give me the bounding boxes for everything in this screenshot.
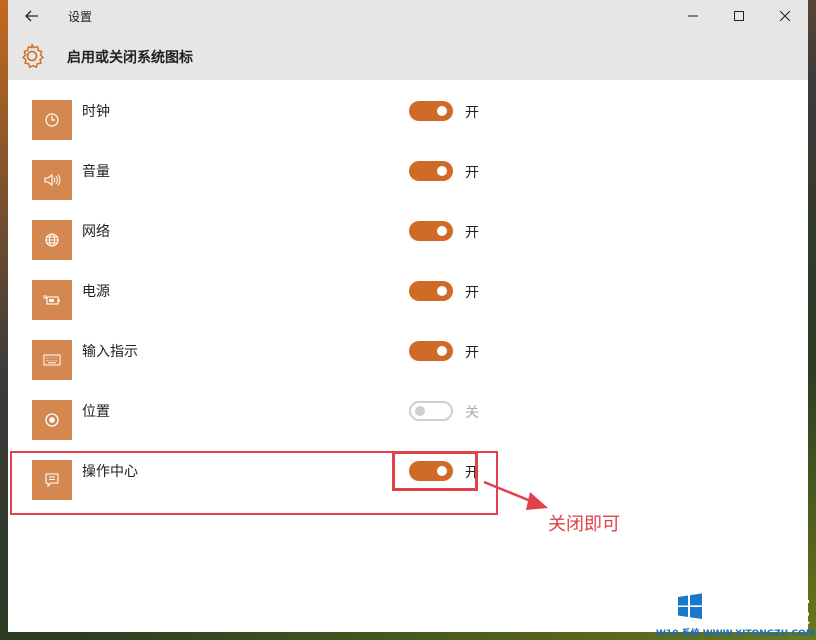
toggle-state-text: 开 — [465, 285, 479, 301]
list-item-input-indicator: 输入指示 开 — [8, 340, 808, 400]
keyboard-icon — [43, 354, 61, 366]
toggle-knob — [437, 346, 447, 356]
list-item-clock: 时钟 开 — [8, 100, 808, 160]
row-label: 输入指示 — [82, 344, 138, 360]
clock-icon — [45, 113, 59, 127]
toggle-state-text: 开 — [465, 345, 479, 361]
row-icon-tile — [32, 400, 72, 440]
list-item-network: 网络 开 — [8, 220, 808, 280]
toggle-switch[interactable] — [409, 281, 453, 301]
globe-icon — [45, 233, 59, 247]
maximize-button[interactable] — [716, 0, 762, 32]
toggle-switch[interactable] — [409, 401, 453, 421]
row-label: 时钟 — [82, 104, 110, 120]
toggle-knob — [437, 106, 447, 116]
watermark-text: 系统族 — [720, 595, 810, 630]
gear-icon — [22, 43, 44, 68]
battery-icon — [43, 295, 60, 305]
page-title: 启用或关闭系统图标 — [67, 50, 193, 66]
toggle-knob — [437, 166, 447, 176]
watermark: 系统族 W10 系统 WWW.XITONGZU.COM — [656, 583, 816, 640]
toggle-state-text: 开 — [465, 225, 479, 241]
title-bar: 设置 — [8, 0, 808, 32]
window-title: 设置 — [68, 10, 93, 24]
row-icon-tile — [32, 280, 72, 320]
back-arrow-icon — [25, 10, 38, 22]
location-icon — [45, 413, 59, 427]
watermark-logo-icon — [670, 587, 710, 627]
toggle-switch[interactable] — [409, 101, 453, 121]
annotation-text: 关闭即可 — [548, 514, 620, 535]
annotation-arrow-icon — [483, 480, 548, 510]
page-header: 启用或关闭系统图标 — [8, 32, 808, 80]
maximize-icon — [734, 11, 744, 21]
list-item-volume: 音量 开 — [8, 160, 808, 220]
row-label: 位置 — [82, 404, 110, 420]
settings-window: 设置 启用或关闭系统图标 时钟 开 音量 开 网络 开 电源 开 输入指示 开 … — [8, 0, 808, 632]
toggle-switch[interactable] — [409, 221, 453, 241]
minimize-button[interactable] — [670, 0, 716, 32]
toggle-switch[interactable] — [409, 341, 453, 361]
minimize-icon — [688, 15, 698, 17]
close-button[interactable] — [762, 0, 808, 32]
close-icon — [780, 11, 790, 21]
highlight-box-toggle — [392, 451, 478, 491]
row-label: 音量 — [82, 164, 110, 180]
toggle-state-text: 开 — [465, 165, 479, 181]
row-icon-tile — [32, 220, 72, 260]
row-label: 电源 — [82, 284, 110, 300]
toggle-state-text: 关 — [465, 405, 479, 421]
row-label: 网络 — [82, 224, 110, 240]
list-item-power: 电源 开 — [8, 280, 808, 340]
watermark-subtext: W10 系统 WWW.XITONGZU.COM — [656, 629, 815, 639]
toggle-knob — [437, 286, 447, 296]
row-icon-tile — [32, 160, 72, 200]
row-icon-tile — [32, 340, 72, 380]
toggle-switch[interactable] — [409, 161, 453, 181]
toggle-knob — [415, 406, 425, 416]
volume-icon — [44, 173, 61, 187]
row-icon-tile — [32, 100, 72, 140]
toggle-knob — [437, 226, 447, 236]
toggle-state-text: 开 — [465, 105, 479, 121]
back-button[interactable] — [18, 4, 46, 28]
